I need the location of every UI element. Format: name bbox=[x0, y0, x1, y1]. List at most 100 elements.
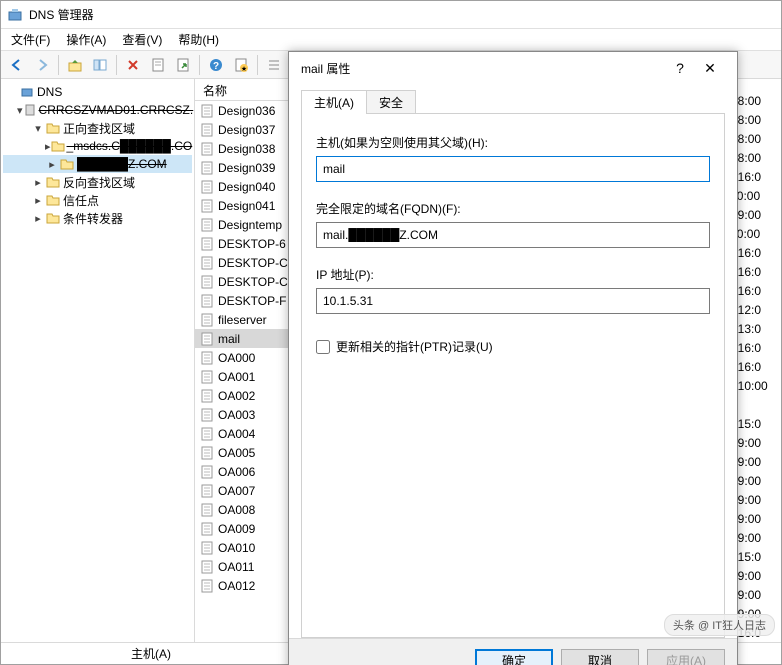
ip-input[interactable] bbox=[316, 288, 710, 314]
expand-icon[interactable]: ▸ bbox=[31, 176, 45, 189]
expand-icon[interactable]: ▸ bbox=[45, 158, 59, 171]
toolbar-separator bbox=[116, 55, 117, 75]
close-icon[interactable]: ✕ bbox=[695, 60, 725, 77]
dialog-titlebar[interactable]: mail 属性 ? ✕ bbox=[289, 52, 737, 84]
list-item-label: DESKTOP-C bbox=[218, 256, 288, 270]
list-item-label: Design041 bbox=[218, 199, 275, 213]
list-item-label: OA004 bbox=[218, 427, 255, 441]
server-icon bbox=[23, 102, 37, 118]
menu-action[interactable]: 操作(A) bbox=[60, 29, 112, 50]
list-button-1[interactable] bbox=[262, 53, 286, 77]
ok-button[interactable]: 确定 bbox=[475, 649, 553, 665]
tree-item[interactable]: ▸反向查找区域 bbox=[3, 173, 192, 191]
record-icon bbox=[199, 160, 215, 176]
forward-button[interactable] bbox=[30, 53, 54, 77]
list-item-label: OA003 bbox=[218, 408, 255, 422]
tree-root[interactable]: · DNS bbox=[3, 83, 192, 101]
record-icon bbox=[199, 350, 215, 366]
record-icon bbox=[199, 179, 215, 195]
record-icon bbox=[199, 483, 215, 499]
menu-file[interactable]: 文件(F) bbox=[5, 29, 56, 50]
list-item-label: OA002 bbox=[218, 389, 255, 403]
new-record-button[interactable]: ★ bbox=[229, 53, 253, 77]
record-icon bbox=[199, 274, 215, 290]
svg-text:★: ★ bbox=[241, 65, 247, 72]
list-item-label: Designtemp bbox=[218, 218, 282, 232]
record-icon bbox=[199, 407, 215, 423]
record-icon bbox=[199, 141, 215, 157]
record-icon bbox=[199, 521, 215, 537]
window-title: DNS 管理器 bbox=[29, 6, 94, 23]
dialog-title: mail 属性 bbox=[301, 60, 665, 77]
export-button[interactable] bbox=[171, 53, 195, 77]
host-input[interactable] bbox=[316, 156, 710, 182]
list-item-label: OA007 bbox=[218, 484, 255, 498]
folder-icon bbox=[45, 192, 61, 208]
host-label: 主机(如果为空则使用其父域)(H): bbox=[316, 134, 710, 151]
expand-icon[interactable]: ▾ bbox=[31, 122, 45, 135]
app-icon bbox=[7, 7, 23, 23]
record-icon bbox=[199, 369, 215, 385]
tree-label: CRRCSZVMAD01.CRRCSZ. bbox=[39, 103, 194, 117]
list-item-label: OA012 bbox=[218, 579, 255, 593]
ptr-label: 更新相关的指针(PTR)记录(U) bbox=[336, 338, 493, 355]
toolbar-separator bbox=[257, 55, 258, 75]
expand-icon[interactable]: ▸ bbox=[31, 194, 45, 207]
help-icon[interactable]: ? bbox=[665, 60, 695, 76]
tree-panel: · DNS ▾ CRRCSZVMAD01.CRRCSZ. ▾正向查找区域▸_ms… bbox=[1, 79, 195, 642]
apply-button[interactable]: 应用(A) bbox=[647, 649, 725, 665]
record-icon bbox=[199, 122, 215, 138]
properties-dialog: mail 属性 ? ✕ 主机(A) 安全 主机(如果为空则使用其父域)(H): … bbox=[288, 51, 738, 665]
tree-item[interactable]: ▸ ██████Z.COM bbox=[3, 155, 192, 173]
record-icon bbox=[199, 559, 215, 575]
folder-icon bbox=[45, 120, 61, 136]
record-icon bbox=[199, 198, 215, 214]
folder-icon bbox=[59, 156, 75, 172]
ptr-checkbox[interactable] bbox=[316, 340, 330, 354]
list-item-label: Design038 bbox=[218, 142, 275, 156]
list-item-label: OA005 bbox=[218, 446, 255, 460]
help-button[interactable]: ? bbox=[204, 53, 228, 77]
tree-item[interactable]: ▸_msdcs.C██████.CO bbox=[3, 137, 192, 155]
menu-view[interactable]: 查看(V) bbox=[116, 29, 168, 50]
list-item-label: fileserver bbox=[218, 313, 267, 327]
tree-item[interactable]: ▸条件转发器 bbox=[3, 209, 192, 227]
up-button[interactable] bbox=[63, 53, 87, 77]
list-item-label: Design036 bbox=[218, 104, 275, 118]
record-icon bbox=[199, 578, 215, 594]
record-icon bbox=[199, 540, 215, 556]
record-icon bbox=[199, 312, 215, 328]
menu-help[interactable]: 帮助(H) bbox=[172, 29, 225, 50]
tab-host[interactable]: 主机(A) bbox=[301, 90, 367, 113]
record-icon bbox=[199, 255, 215, 271]
expand-icon[interactable]: ▸ bbox=[31, 212, 45, 225]
delete-button[interactable] bbox=[121, 53, 145, 77]
folder-icon bbox=[51, 138, 65, 154]
record-icon bbox=[199, 445, 215, 461]
list-item-label: OA009 bbox=[218, 522, 255, 536]
record-icon bbox=[199, 217, 215, 233]
toolbar-separator bbox=[58, 55, 59, 75]
tree-item[interactable]: ▸ 信任点 bbox=[3, 191, 192, 209]
show-hide-button[interactable] bbox=[88, 53, 112, 77]
record-icon bbox=[199, 236, 215, 252]
cancel-button[interactable]: 取消 bbox=[561, 649, 639, 665]
tree-server[interactable]: ▾ CRRCSZVMAD01.CRRCSZ. bbox=[3, 101, 192, 119]
record-icon bbox=[199, 502, 215, 518]
list-item-label: Design037 bbox=[218, 123, 275, 137]
back-button[interactable] bbox=[5, 53, 29, 77]
ptr-checkbox-row[interactable]: 更新相关的指针(PTR)记录(U) bbox=[316, 338, 710, 355]
tree-label: DNS bbox=[37, 85, 62, 99]
list-item-label: Design040 bbox=[218, 180, 275, 194]
list-item-label: DESKTOP-F bbox=[218, 294, 286, 308]
record-icon bbox=[199, 388, 215, 404]
list-item-label: OA000 bbox=[218, 351, 255, 365]
tree-label: _msdcs.C██████.CO bbox=[67, 139, 193, 153]
record-icon bbox=[199, 103, 215, 119]
tab-security[interactable]: 安全 bbox=[366, 90, 416, 113]
tree-label: 信任点 bbox=[63, 192, 99, 209]
tree-item[interactable]: ▾正向查找区域 bbox=[3, 119, 192, 137]
properties-button[interactable] bbox=[146, 53, 170, 77]
tree-label: ██████Z.COM bbox=[77, 157, 167, 171]
watermark: 头条 @ IT狂人日志 bbox=[664, 614, 775, 636]
